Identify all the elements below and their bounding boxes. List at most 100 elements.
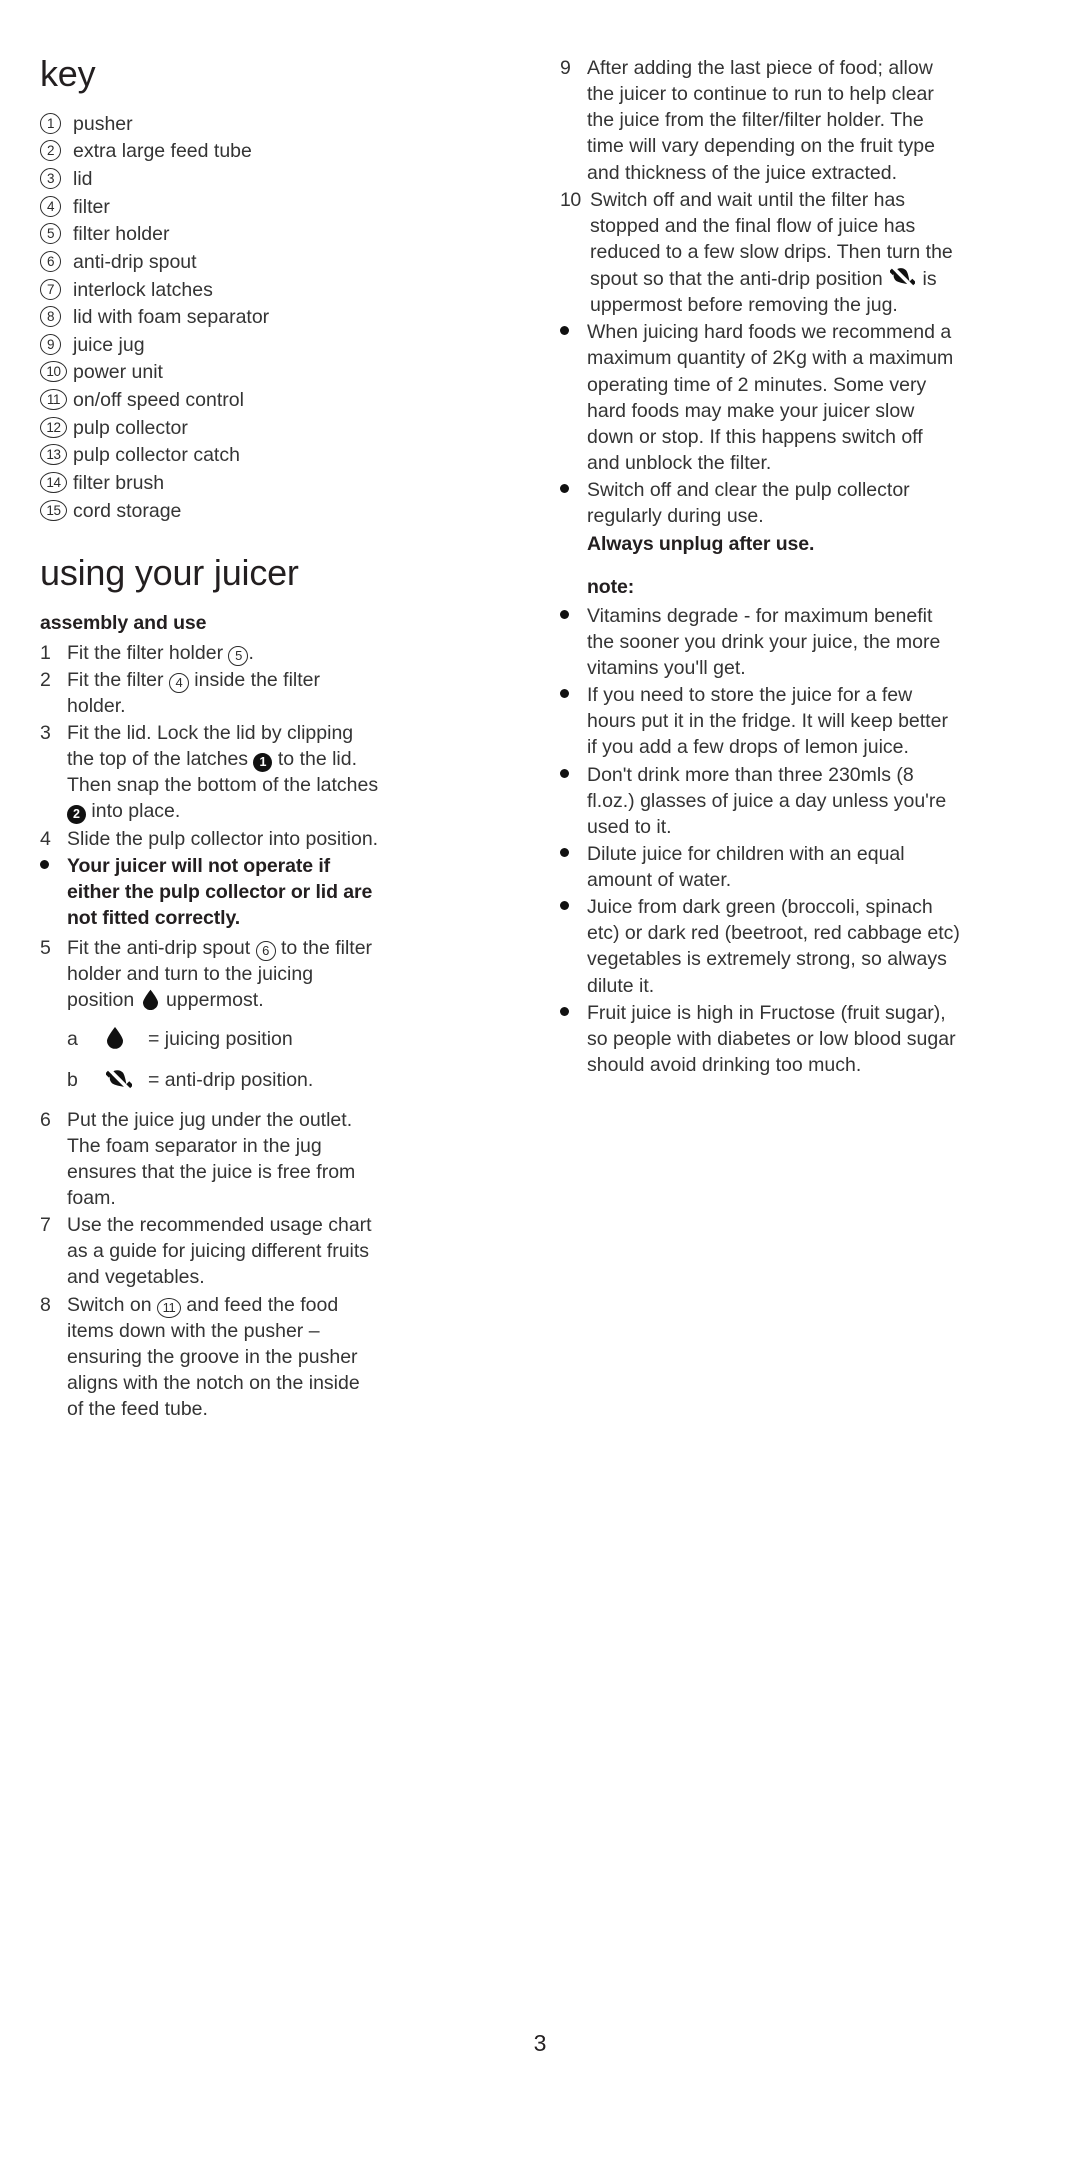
list-item: 13 pulp collector catch [40,442,380,468]
part-ref-icon: 11 [156,1297,181,1318]
key-label: lid [73,168,93,191]
key-number: 7 [40,277,73,300]
list-item: 14 filter brush [40,470,380,496]
latch-ref-icon: 2 [67,805,86,825]
key-number: 13 [40,442,73,466]
list-item: 3 lid [40,166,380,192]
droplet-icon [142,989,159,1011]
note-heading: note: [587,575,635,598]
bullet-text: Fruit juice is high in Fructose (fruit s… [587,1001,956,1076]
step-number: 6 [40,1108,51,1131]
key-number: 15 [40,498,73,521]
bullet-dot-icon [560,894,587,999]
bullet-text: Switch off and clear the pulp collector … [587,479,910,528]
right-column: 9 After adding the last piece of food; a… [560,55,960,1079]
bullet-dot-icon [560,762,587,840]
bullet-dot-icon [560,603,587,681]
key-number: 11 [40,387,73,411]
part-ref-icon: 4 [168,672,189,693]
key-number: 8 [40,304,73,328]
step-number: 7 [40,1214,51,1237]
list-item: 2 extra large feed tube [40,138,380,164]
assembly-and-use-heading: assembly and use [40,612,207,635]
droplet-icon [106,1026,148,1053]
step-text: After adding the last piece of food; all… [587,57,935,184]
step-9: 9 After adding the last piece of food; a… [560,55,960,186]
step-number: 2 [40,668,51,691]
key-label: anti-drip spout [73,250,197,273]
key-label: power unit [73,361,163,384]
list-item: 11 on/off speed control [40,387,380,413]
bullet-dot-icon [560,841,587,893]
bullet-dot-icon [560,319,587,476]
latch-ref-icon: 1 [253,753,273,773]
key-label: cord storage [73,499,182,522]
key-label: pusher [73,112,133,135]
legend-letter: b [67,1068,78,1091]
step-text: Switch off and wait until the filter has… [590,188,953,317]
list-item: 10 power unit [40,359,380,385]
key-label: pulp collector catch [73,444,240,467]
key-number: 10 [40,359,73,383]
step-2: 2 Fit the filter 4 inside the filter hol… [40,667,380,719]
key-label: on/off speed control [73,389,244,412]
key-label: pulp collector [73,416,188,439]
legend-text: = anti-drip position. [148,1068,314,1091]
list-item: 4 filter [40,194,380,220]
key-number: 2 [40,138,73,162]
left-column: key 1 pusher 2 extra large feed tube 3 l… [40,55,380,1423]
step-number: 1 [40,641,51,664]
warning-bullet: Your juicer will not operate if either t… [40,853,380,931]
using-your-juicer-heading: using your juicer [40,551,299,593]
bullet-text: Dilute juice for children with an equal … [587,842,905,892]
note-bullet-item: Don't drink more than three 230mls (8 fl… [560,762,960,840]
note-bullet-item: Vitamins degrade - for maximum benefit t… [560,603,960,681]
bullet-item: When juicing hard foods we recommend a m… [560,319,960,476]
bullet-item: Switch off and clear the pulp collector … [560,477,960,529]
key-label: filter holder [73,223,170,246]
key-number: 3 [40,166,73,190]
step-number: 8 [40,1293,51,1316]
bullet-text: When juicing hard foods we recommend a m… [587,321,954,474]
step-1: 1 Fit the filter holder 5. [40,640,380,666]
key-number: 12 [40,415,73,438]
step-10: 10 Switch off and wait until the filter … [560,187,960,319]
note-bullet-item: Dilute juice for children with an equal … [560,841,960,893]
manual-page: key 1 pusher 2 extra large feed tube 3 l… [0,0,1080,2180]
step-number: 10 [560,188,581,211]
step-5: 5 Fit the anti-drip spout 6 to the filte… [40,935,380,1013]
step-8: 8 Switch on 11 and feed the food items d… [40,1292,380,1423]
droplet-slashed-icon [106,1067,148,1096]
key-number: 9 [40,332,73,355]
bullet-text: Vitamins degrade - for maximum benefit t… [587,604,941,680]
step-number: 5 [40,937,51,960]
step-text: Put the juice jug under the outlet. The … [67,1108,356,1210]
part-ref-icon: 5 [228,645,249,666]
step-4: 4 Slide the pulp collector into position… [40,826,380,852]
bullet-dot-icon [560,682,587,760]
key-heading: key [40,53,96,94]
legend-text: = juicing position [148,1028,293,1051]
key-number: 6 [40,249,73,272]
key-label: juice jug [73,333,145,356]
list-item: 6 anti-drip spout [40,249,380,275]
bullet-dot-icon [560,477,587,529]
key-label: lid with foam separator [73,306,270,329]
list-item: 8 lid with foam separator [40,304,380,330]
note-bullet-item: If you need to store the juice for a few… [560,682,960,760]
note-bullet-item: Juice from dark green (broccoli, spinach… [560,894,960,999]
step-number: 4 [40,827,51,850]
bullet-text: If you need to store the juice for a few… [587,684,948,759]
bullet-dot-icon [40,853,67,931]
step-7: 7 Use the recommended usage chart as a g… [40,1212,380,1290]
step-text: Slide the pulp collector into position. [67,827,379,850]
warning-text: Your juicer will not operate if either t… [67,854,373,929]
key-number: 14 [40,470,73,493]
bullet-dot-icon [560,1000,587,1078]
note-bullet-item: Fruit juice is high in Fructose (fruit s… [560,1000,960,1078]
legend-letter: a [67,1028,78,1051]
bullet-text: Juice from dark green (broccoli, spinach… [587,896,960,997]
step-number: 9 [560,57,571,79]
key-label: filter [73,195,110,218]
list-item: 1 pusher [40,111,380,137]
